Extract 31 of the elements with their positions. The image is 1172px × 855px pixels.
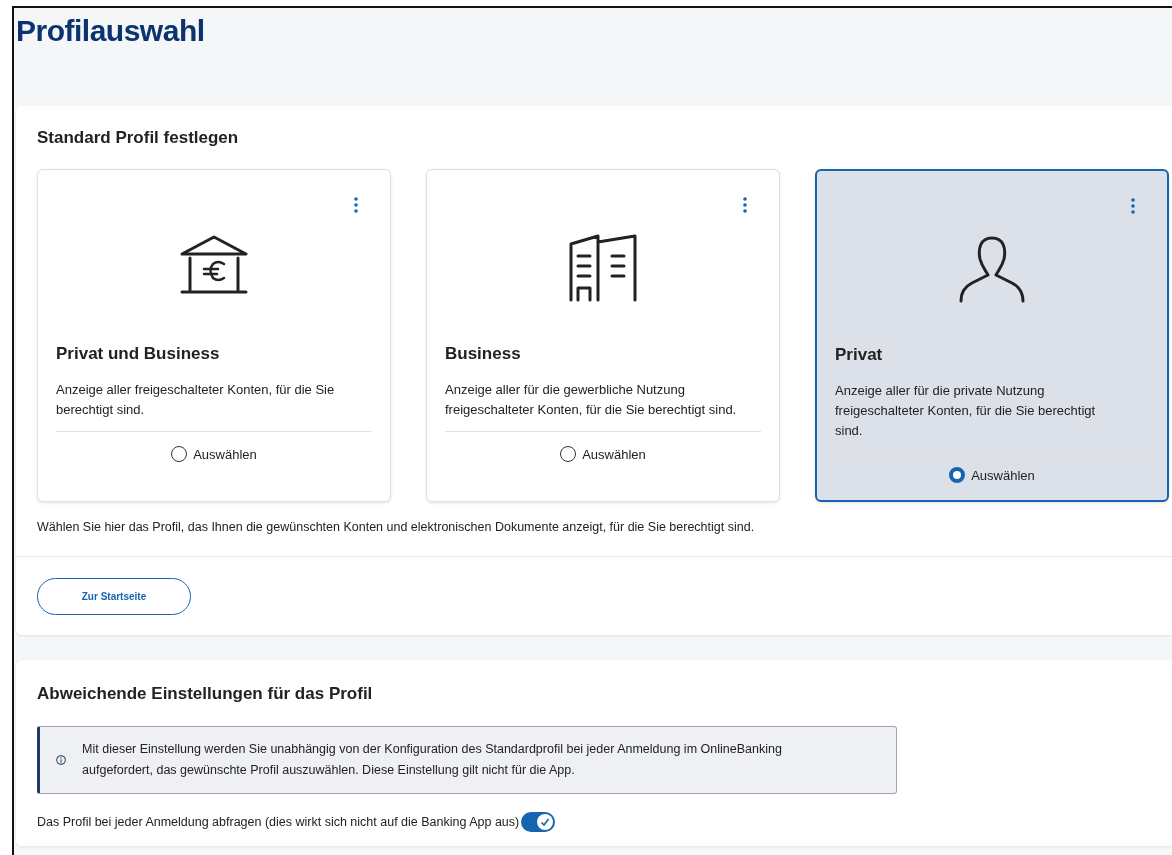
profile-card[interactable]: Privat Anzeige aller für die private Nutzung freigeschalteter Konten, für die Sie berechtigt sind. Auswählen [815, 169, 1169, 502]
person-icon [958, 235, 1026, 303]
profile-description: Anzeige aller für die private Nutzung freigeschalteter Konten, für die Sie berechtigt sind. [835, 382, 1097, 440]
profile-title: Business [445, 344, 522, 364]
radio-label: Auswählen [582, 446, 646, 462]
profile-card[interactable]: Privat und Business Anzeige aller freigeschalteter Konten, für die Sie berechtigt sind. Auswählen [37, 169, 391, 502]
profile-description: Anzeige aller für die gewerbliche Nutzung freigeschalteter Konten, für die Sie berechtigt sind. [445, 381, 738, 419]
office-building-icon [568, 234, 638, 302]
radio-button[interactable] [949, 467, 966, 483]
profile-card[interactable]: Business Anzeige aller für die gewerbliche Nutzung freigeschalteter Konten, für die Sie berechtigt sind. Auswählen [426, 169, 780, 502]
toggle-switch[interactable] [521, 812, 556, 832]
checkmark-icon [540, 817, 551, 827]
radio-button[interactable] [171, 446, 188, 462]
radio-label: Auswählen [193, 446, 257, 462]
radio-button[interactable] [560, 446, 577, 462]
profile-title: Privat und Business [56, 344, 221, 364]
toggle-label: Das Profil bei jeder Anmeldung abfragen (dies wirkt sich nicht auf die Banking App aus) [37, 815, 520, 829]
profile-description: Anzeige aller freigeschalteter Konten, für die Sie berechtigt sind. [56, 381, 336, 419]
vertical-dots-icon [743, 197, 747, 213]
info-text: Mit dieser Einstellung werden Sie unabhängig von der Konfiguration des Standardprofil bei jeder Anmeldung im OnlineBanking aufgefordert, das gewünschte Profil auszuwählen. Diese Einstellung gilt nicht für die App. [82, 741, 783, 779]
bank-euro-icon [180, 234, 248, 294]
info-icon [56, 752, 67, 768]
home-button[interactable]: Zur Startseite [37, 578, 191, 615]
profile-title: Privat [835, 345, 884, 365]
section-heading: Standard Profil festlegen [37, 128, 240, 148]
vertical-dots-icon [1131, 198, 1135, 214]
hint-text: Wählen Sie hier das Profil, das Ihnen die gewünschten Konten und elektronischen Dokumente anzeigt, für die Sie berechtigt sind. [37, 520, 756, 534]
vertical-dots-icon [354, 197, 358, 213]
radio-label: Auswählen [971, 467, 1035, 483]
page-title: Profilauswahl [16, 14, 206, 48]
section-heading: Abweichende Einstellungen für das Profil [37, 684, 374, 704]
